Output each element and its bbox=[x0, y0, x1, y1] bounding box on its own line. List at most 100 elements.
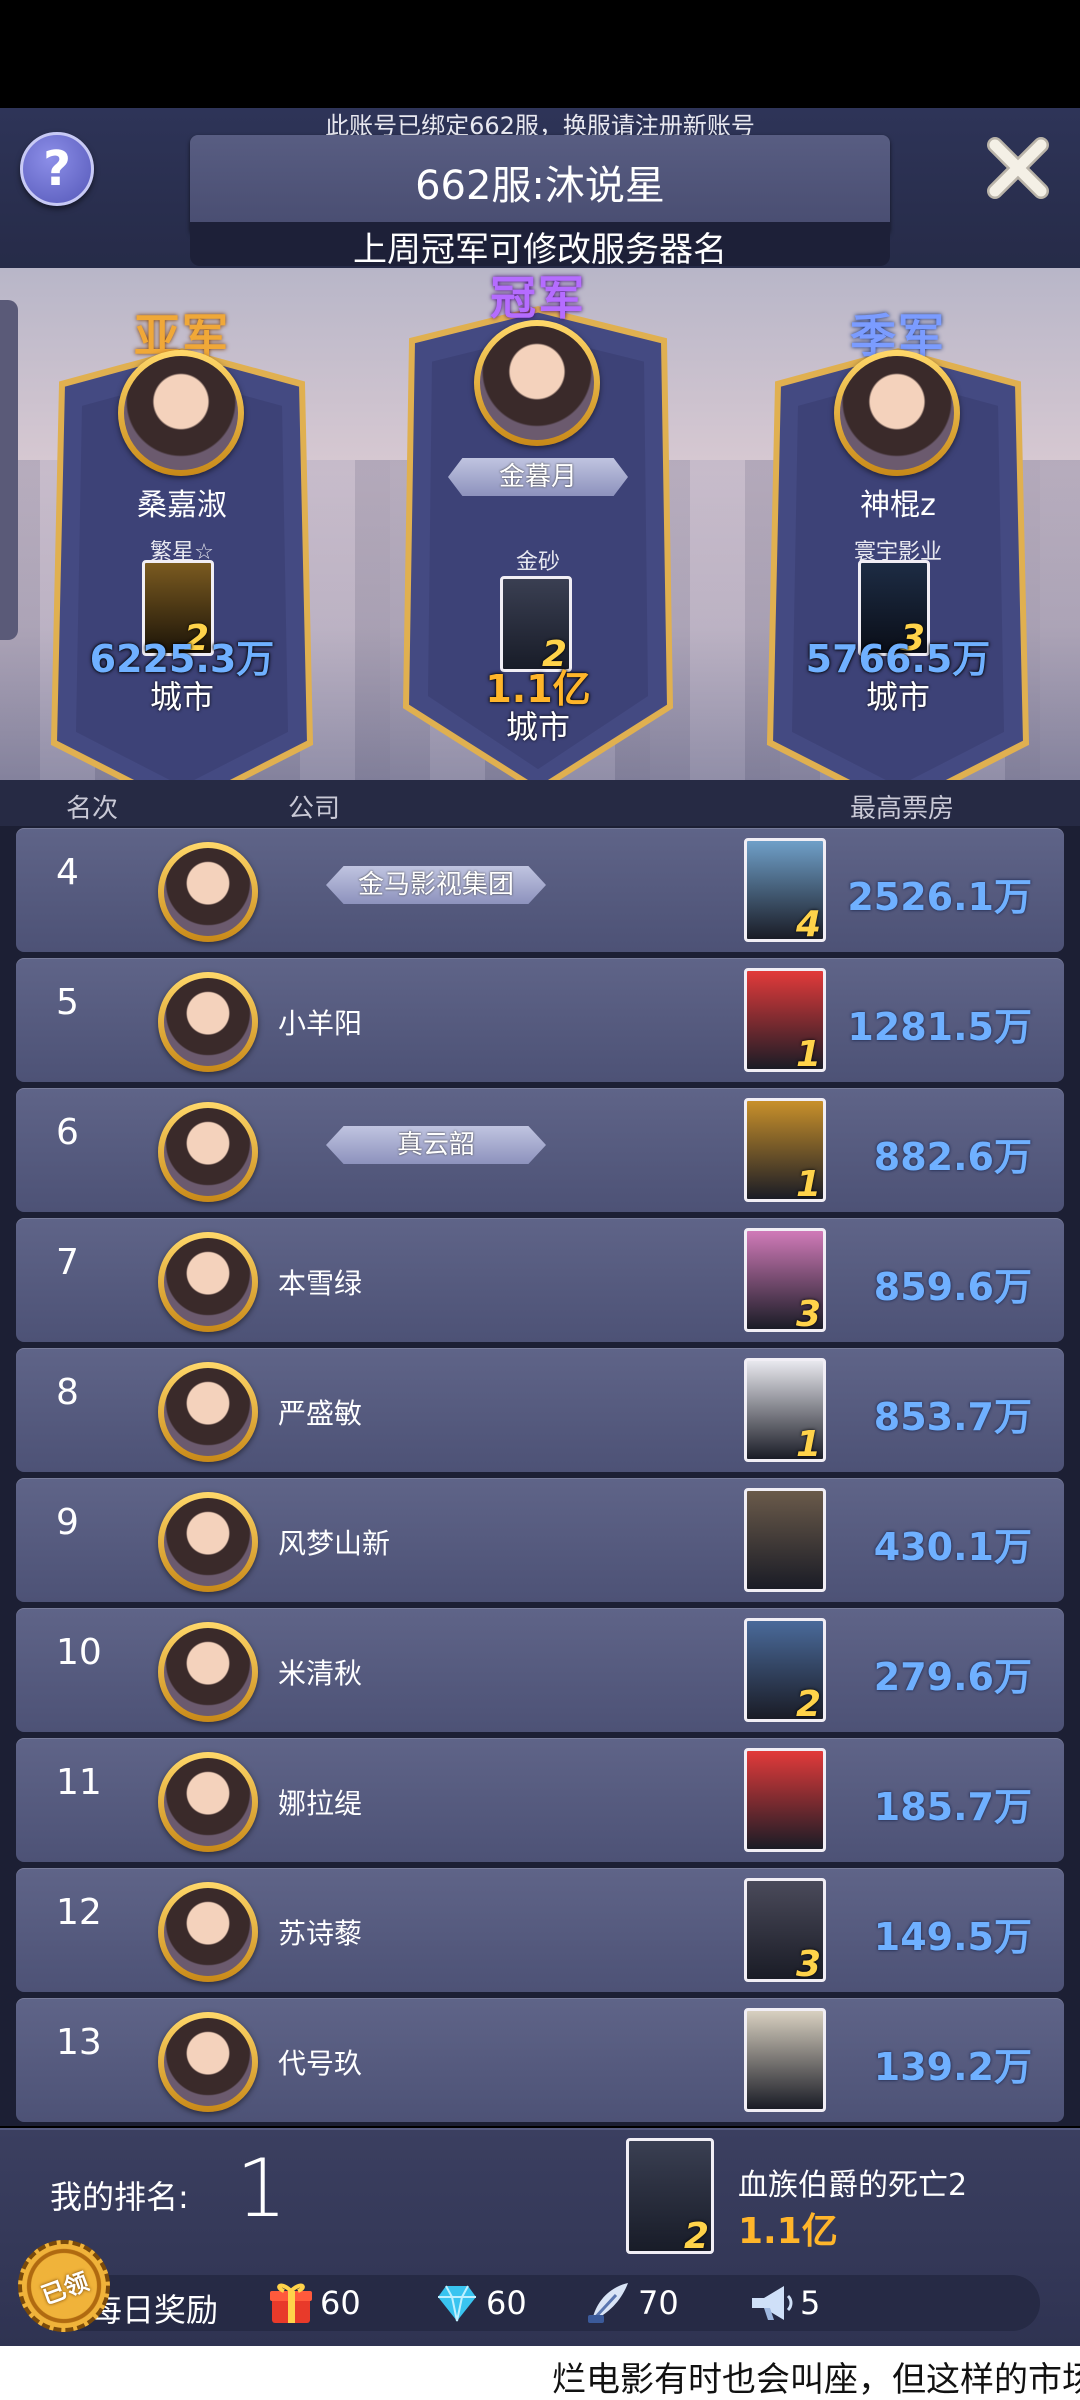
company-name: 风梦山新 bbox=[278, 1527, 391, 1560]
reward-value: 70 bbox=[638, 2284, 679, 2322]
avatar[interactable] bbox=[158, 2012, 258, 2112]
avatar[interactable] bbox=[158, 842, 258, 942]
first-place-title: 冠军 bbox=[490, 271, 586, 325]
company-column-header: 公司 bbox=[288, 794, 341, 824]
table-row[interactable]: 11 娜拉缇 185.7万 bbox=[16, 1738, 1064, 1862]
gift-icon bbox=[270, 2283, 312, 2323]
table-row[interactable]: 10 米清秋 2 279.6万 bbox=[16, 1608, 1064, 1732]
reward-value: 60 bbox=[320, 2284, 361, 2322]
company-name: 娜拉缇 bbox=[278, 1787, 363, 1820]
company-name: 小羊阳 bbox=[278, 1007, 363, 1040]
box-office-amount: 882.6万 bbox=[873, 1135, 1032, 1179]
player-name: 神棍z bbox=[860, 488, 936, 523]
rank-number: 13 bbox=[56, 2022, 102, 2063]
box-office-amount: 859.6万 bbox=[873, 1265, 1032, 1309]
server-rename-hint: 上周冠军可修改服务器名 bbox=[190, 222, 890, 270]
movie-poster[interactable]: 4 bbox=[744, 838, 826, 942]
rank-number: 12 bbox=[56, 1892, 102, 1933]
movie-poster[interactable]: 1 bbox=[744, 1358, 826, 1462]
help-button[interactable]: ? bbox=[20, 132, 94, 206]
reward-value: 5 bbox=[800, 2284, 821, 2322]
table-row[interactable]: 12 苏诗藜 3 149.5万 bbox=[16, 1868, 1064, 1992]
movie-poster[interactable]: 3 bbox=[744, 1878, 826, 1982]
rank-column-header: 名次 bbox=[66, 794, 119, 824]
news-ticker: 烂电影有时也会叫座，但这样的市场 bbox=[0, 2346, 1080, 2400]
rank-number: 6 bbox=[56, 1112, 79, 1153]
movie-title: 血族伯爵的死亡2 bbox=[738, 2168, 968, 2203]
table-row[interactable]: 4 金马影视集团 4 2526.1万 bbox=[16, 828, 1064, 952]
rank-number: 4 bbox=[56, 852, 79, 893]
close-icon bbox=[987, 137, 1049, 199]
movie-poster[interactable]: 2 bbox=[626, 2138, 714, 2254]
movie-poster[interactable] bbox=[744, 2008, 826, 2112]
reward-value: 60 bbox=[486, 2284, 527, 2322]
movie-box-office: 1.1亿 bbox=[738, 2211, 838, 2252]
rank-number: 5 bbox=[56, 982, 79, 1023]
table-row[interactable]: 13 代号玖 139.2万 bbox=[16, 1998, 1064, 2122]
player-name-badge: 金暮月 bbox=[448, 458, 628, 496]
avatar bbox=[118, 350, 244, 476]
movie-poster[interactable]: 2 bbox=[744, 1618, 826, 1722]
avatar[interactable] bbox=[158, 1232, 258, 1332]
city-label: 城市 bbox=[505, 708, 570, 746]
table-row[interactable]: 6 真云韶 1 882.6万 bbox=[16, 1088, 1064, 1212]
box-office-amount: 2526.1万 bbox=[847, 875, 1032, 919]
city-label: 城市 bbox=[149, 678, 214, 716]
avatar bbox=[474, 320, 600, 446]
avatar[interactable] bbox=[158, 1622, 258, 1722]
movie-poster[interactable] bbox=[744, 1488, 826, 1592]
podium-section: 亚军 桑嘉淑 繁星☆ 2 6225.3万 城市 冠军 金暮月 金砂 2 1.1亿… bbox=[0, 268, 1080, 780]
close-button[interactable] bbox=[980, 130, 1056, 206]
avatar[interactable] bbox=[158, 1362, 258, 1462]
my-rank-value: 1 bbox=[236, 2142, 287, 2235]
company-name: 代号玖 bbox=[278, 2047, 363, 2080]
rank-number: 10 bbox=[56, 1632, 102, 1673]
movie-poster[interactable] bbox=[744, 1748, 826, 1852]
company-name-badge: 金马影视集团 bbox=[326, 866, 546, 904]
table-row[interactable]: 8 严盛敏 1 853.7万 bbox=[16, 1348, 1064, 1472]
avatar[interactable] bbox=[158, 1752, 258, 1852]
table-row[interactable]: 7 本雪绿 3 859.6万 bbox=[16, 1218, 1064, 1342]
rank-number: 8 bbox=[56, 1372, 79, 1413]
server-name: 662服:沐说星 bbox=[415, 163, 665, 209]
avatar bbox=[834, 350, 960, 476]
podium-second[interactable]: 亚军 桑嘉淑 繁星☆ 2 6225.3万 城市 bbox=[42, 308, 322, 780]
avatar[interactable] bbox=[158, 1492, 258, 1592]
reward-quill: 70 bbox=[586, 2281, 679, 2325]
company-name: 本雪绿 bbox=[278, 1267, 363, 1300]
podium-first[interactable]: 冠军 金暮月 金砂 2 1.1亿 城市 bbox=[398, 271, 678, 780]
box-office-column-header: 最高票房 bbox=[850, 794, 955, 824]
side-tab[interactable] bbox=[0, 300, 18, 640]
player-name: 桑嘉淑 bbox=[137, 488, 227, 523]
box-office-amount: 185.7万 bbox=[873, 1785, 1032, 1829]
avatar[interactable] bbox=[158, 1882, 258, 1982]
company-name: 苏诗藜 bbox=[278, 1917, 363, 1950]
table-row[interactable]: 9 风梦山新 430.1万 bbox=[16, 1478, 1064, 1602]
box-office-amount: 1281.5万 bbox=[847, 1005, 1032, 1049]
box-office-amount: 149.5万 bbox=[873, 1915, 1032, 1959]
podium-third[interactable]: 季军 神棍z 寰宇影业 3 5766.5万 城市 bbox=[758, 308, 1038, 780]
reward-megaphone: 5 bbox=[748, 2281, 820, 2325]
company-name: 金砂 bbox=[515, 550, 560, 575]
table-row[interactable]: 5 小羊阳 1 1281.5万 bbox=[16, 958, 1064, 1082]
movie-poster[interactable]: 3 bbox=[744, 1228, 826, 1332]
box-office-amount: 139.2万 bbox=[873, 2045, 1032, 2089]
avatar[interactable] bbox=[158, 1102, 258, 1202]
megaphone-icon bbox=[752, 2286, 793, 2320]
avatar[interactable] bbox=[158, 972, 258, 1072]
movie-poster[interactable]: 1 bbox=[744, 1098, 826, 1202]
server-name-box[interactable]: 662服:沐说星 bbox=[190, 135, 890, 235]
movie-poster[interactable]: 1 bbox=[744, 968, 826, 1072]
box-office-amount: 279.6万 bbox=[873, 1655, 1032, 1699]
column-header: 名次 公司 最高票房 bbox=[0, 780, 1080, 826]
daily-reward-bar[interactable]: 每日奖励 60 60 70 5 bbox=[30, 2275, 1040, 2331]
company-name-badge: 真云韶 bbox=[326, 1126, 546, 1164]
help-icon: ? bbox=[43, 141, 71, 197]
box-office-amount: 430.1万 bbox=[873, 1525, 1032, 1569]
city-label: 城市 bbox=[865, 678, 930, 716]
rank-number: 7 bbox=[56, 1242, 79, 1283]
diamond-icon bbox=[438, 2285, 476, 2322]
rank-number: 9 bbox=[56, 1502, 79, 1543]
company-name: 米清秋 bbox=[278, 1657, 363, 1690]
ranking-list[interactable]: 4 金马影视集团 4 2526.1万 5 小羊阳 1 1281.5万 6 真云韶 1 882.6万 7 本… bbox=[0, 826, 1080, 2126]
